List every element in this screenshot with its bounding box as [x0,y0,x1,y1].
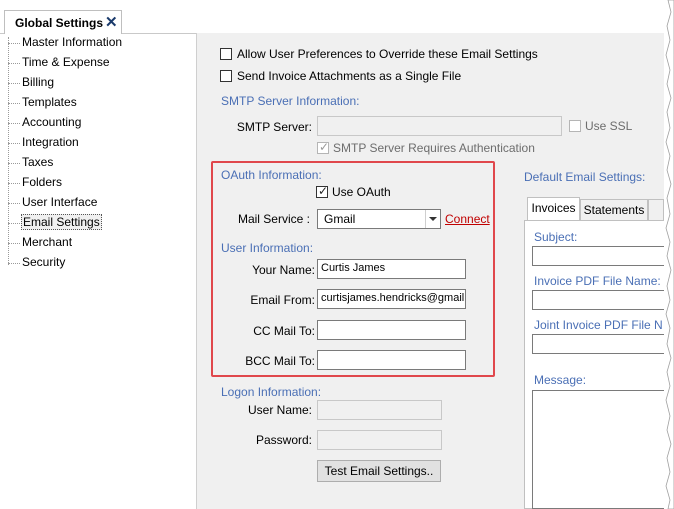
test-email-settings-button[interactable]: Test Email Settings.. [317,460,441,482]
user-name-label: User Name: [247,403,312,417]
single-file-label: Send Invoice Attachments as a Single Fil… [237,69,462,83]
subject-input[interactable] [532,246,674,266]
single-file-checkbox[interactable] [220,70,232,82]
subject-label: Subject: [534,230,578,244]
invoice-pdf-input[interactable] [532,290,674,310]
close-icon[interactable]: ✕ [105,13,118,31]
smtp-server-input[interactable] [317,116,562,136]
smtp-server-label: SMTP Server: [236,120,312,134]
tab-title: Global Settings [15,16,104,30]
oauth-highlight-box [211,161,495,377]
allow-user-prefs-checkbox[interactable] [220,48,232,60]
default-email-section-title: Default Email Settings: [524,170,646,184]
tab-invoices[interactable]: Invoices [527,197,580,220]
smtp-auth-label: SMTP Server Requires Authentication [333,141,535,155]
user-name-input[interactable] [317,400,442,420]
message-label: Message: [534,373,587,387]
use-ssl-label: Use SSL [585,119,633,133]
tree-connector-line [8,37,9,265]
joint-invoice-pdf-input[interactable] [532,334,674,354]
password-label: Password: [255,433,312,447]
password-input[interactable] [317,430,442,450]
logon-section-title: Logon Information: [221,385,322,399]
tab-overflow[interactable] [648,199,664,221]
torn-edge [664,0,674,509]
joint-invoice-pdf-label: Joint Invoice PDF File N [534,318,663,332]
tab-global-settings[interactable]: Global Settings ✕ [4,10,122,34]
allow-user-prefs-label: Allow User Preferences to Override these… [237,47,538,61]
invoice-pdf-label: Invoice PDF File Name: [534,274,661,288]
smtp-section-title: SMTP Server Information: [221,94,360,108]
message-textarea[interactable] [532,390,674,509]
tab-statements[interactable]: Statements [580,199,648,221]
use-ssl-checkbox[interactable] [569,120,581,132]
smtp-auth-checkbox[interactable] [317,140,329,154]
